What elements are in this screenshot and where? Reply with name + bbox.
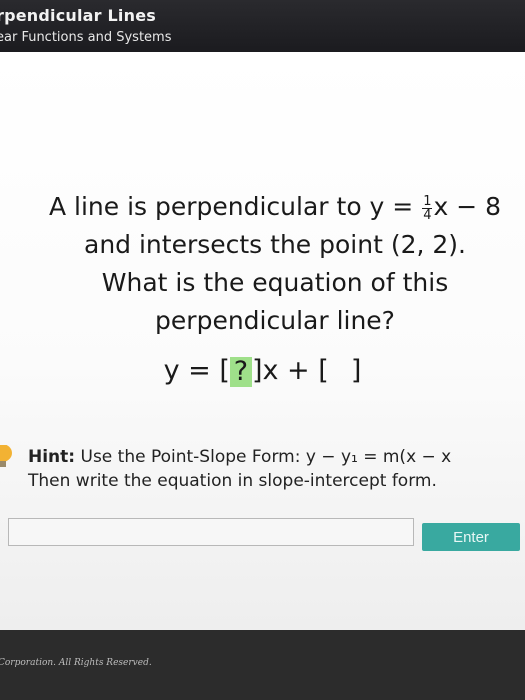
equation-prefix: y =	[163, 355, 220, 386]
fraction-denominator: 4	[423, 207, 432, 223]
hint-line-1-text: Use the Point-Slope Form: y − y₁ = m(x −…	[75, 447, 452, 467]
fraction-numerator: 1	[422, 193, 433, 209]
bracket-close-2: ]	[350, 355, 362, 386]
copyright-text: Corporation. All Rights Reserved.	[0, 658, 152, 668]
hint-text: Hint: Use the Point-Slope Form: y − y₁ =…	[28, 445, 525, 493]
hint-line-2: Then write the equation in slope-interce…	[28, 471, 437, 491]
question-line-1: A line is perpendicular to y = 14x − 8	[40, 188, 510, 226]
lightbulb-icon	[0, 445, 12, 467]
bracket-close: ]	[251, 355, 263, 386]
bracket-open: [	[219, 355, 230, 386]
question-line-3: What is the equation of this	[101, 268, 449, 297]
question-line-1-prefix: A line is perpendicular to y =	[48, 192, 422, 221]
lesson-header: rpendicular Lines ear Functions and Syst…	[0, 0, 525, 52]
answer-input[interactable]	[8, 518, 414, 546]
question-line-1-suffix: x − 8	[433, 192, 502, 221]
lesson-subtitle: ear Functions and Systems	[0, 30, 172, 45]
question-line-2: and intersects the point (2, 2).	[84, 230, 466, 259]
answer-equation: y = [?]x + []	[0, 355, 525, 387]
intercept-answer-box[interactable]	[329, 357, 351, 387]
fraction: 14	[422, 193, 433, 223]
slope-answer-box[interactable]: ?	[229, 356, 252, 387]
footer: Corporation. All Rights Reserved.	[0, 630, 525, 700]
lesson-title: rpendicular Lines	[0, 6, 156, 25]
equation-middle: x +	[262, 355, 319, 386]
question-text: A line is perpendicular to y = 14x − 8 a…	[40, 188, 510, 340]
bracket-open-2: [	[318, 355, 329, 386]
question-line-4: perpendicular line?	[155, 306, 395, 335]
enter-button[interactable]: Enter	[422, 523, 520, 551]
hint-line-1: Hint: Use the Point-Slope Form: y − y₁ =…	[28, 445, 525, 469]
hint-label: Hint:	[28, 447, 76, 467]
